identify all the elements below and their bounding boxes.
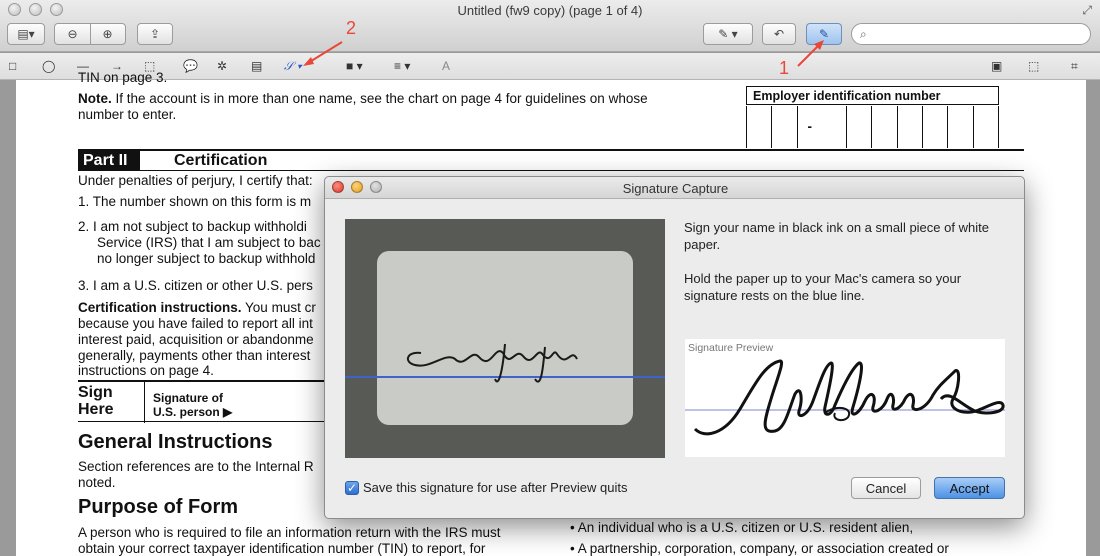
font-button[interactable]: A — [442, 58, 450, 74]
signature-preview: Signature Preview — [685, 339, 1005, 457]
cert-item-2b: Service (IRS) that I am subject to bac — [97, 235, 321, 250]
note-paragraph: Note. If the account is in more than one… — [78, 91, 648, 122]
mirrored-signature-icon — [406, 343, 578, 383]
pen-icon: ✎ ▾ — [718, 27, 738, 41]
sidebar-icon: ▤▾ — [17, 27, 35, 41]
zoom-out-icon: ⊖ — [67, 27, 78, 41]
bullet-2: • A partnership, corporation, company, o… — [570, 541, 949, 556]
markup-menu-button[interactable]: ✎ ▾ — [703, 23, 753, 45]
cert-item-1: 1. The number shown on this form is m — [78, 194, 312, 209]
signature-tool-button[interactable]: 𝒮 ▾ — [284, 58, 302, 74]
annotation-marker-2: 2 — [346, 18, 357, 38]
zoom-out-button[interactable]: ⊖ — [56, 24, 90, 44]
font-icon: A — [442, 59, 451, 73]
edit-toolbar-button[interactable]: ✎ — [806, 23, 842, 45]
general-instructions-heading: General Instructions — [78, 431, 273, 453]
part-tag: Part II — [78, 151, 140, 170]
save-signature-option[interactable]: ✓ Save this signature for use after Prev… — [345, 480, 627, 495]
camera-feed — [345, 219, 665, 458]
color-swatch-icon: ■ ▾ — [346, 59, 363, 73]
signature-icon: 𝒮 ▾ — [284, 58, 302, 73]
cert-line-2: because you have failed to report all in… — [78, 316, 313, 331]
share-icon: ⇪ — [149, 27, 161, 41]
zoom-control: ⊖ ⊕ — [54, 23, 126, 45]
border-color-button[interactable]: ■ ▾ — [346, 58, 363, 74]
signature-of-label: Signature of U.S. person ▶ — [153, 391, 233, 419]
annotation-marker-1: 1 — [779, 58, 790, 78]
purpose-line-2: obtain your correct taxpayer identificat… — [78, 541, 486, 556]
instruction-1: Sign your name in black ink on a small p… — [684, 220, 989, 252]
oval-tool-icon[interactable]: ◯ — [42, 58, 55, 74]
under-penalties: Under penalties of perjury, I certify th… — [78, 173, 313, 188]
note-tool-icon[interactable]: ▤ — [251, 58, 262, 74]
zoom-in-button[interactable]: ⊕ — [91, 24, 125, 44]
rotate-button[interactable]: ↶ — [762, 23, 796, 45]
search-icon: ⌕ — [860, 27, 867, 41]
search-input[interactable]: ⌕ — [851, 23, 1091, 45]
speech-bubble-tool-icon[interactable]: 💬 — [183, 58, 198, 74]
bullet-1: • An individual who is a U.S. citizen or… — [570, 520, 914, 535]
sign-here-label: Sign Here — [78, 384, 114, 418]
edit-pencil-icon: ✎ — [818, 27, 830, 41]
line-style-button[interactable]: ≡ ▾ — [394, 58, 410, 74]
rectangle-tool-icon[interactable]: □ — [9, 58, 16, 74]
window-title: Untitled (fw9 copy) (page 1 of 4) — [457, 3, 643, 18]
preview-signature-icon — [685, 359, 1005, 436]
ein-input-cells: - — [746, 106, 999, 148]
line-weight-icon: ≡ ▾ — [394, 59, 411, 73]
purpose-line-1: A person who is required to file an info… — [78, 525, 501, 540]
instruction-2: Hold the paper up to your Mac's camera s… — [684, 271, 962, 303]
doc-top-fragment: TIN on page 3. — [78, 70, 168, 85]
text-selection-icon[interactable]: ▣ — [991, 58, 1002, 74]
window-titlebar: Untitled (fw9 copy) (page 1 of 4) ⤢ ▤▾ ⊖… — [0, 0, 1100, 52]
star-tool-icon[interactable]: ✲ — [217, 58, 227, 74]
cancel-button[interactable]: Cancel — [851, 477, 921, 499]
view-menu-button[interactable]: ▤▾ — [7, 23, 45, 45]
zoom-in-icon: ⊕ — [102, 27, 113, 41]
accept-button[interactable]: Accept — [934, 477, 1005, 499]
cert-instructions: Certification instructions. You must cr — [78, 300, 316, 315]
cert-item-2c: no longer subject to backup withhold — [97, 251, 316, 266]
dialog-title: Signature Capture — [622, 181, 729, 196]
purpose-heading: Purpose of Form — [78, 496, 239, 518]
ein-label: Employer identification number — [746, 86, 999, 105]
rotate-icon: ↶ — [773, 27, 785, 41]
cert-item-2a: 2. I am not subject to backup withholdi — [78, 219, 307, 234]
ein-dash: - — [807, 119, 812, 134]
cert-item-3: 3. I am a U.S. citizen or other U.S. per… — [78, 278, 313, 293]
dialog-titlebar: Signature Capture — [325, 177, 1024, 199]
general-line-1: Section references are to the Internal R — [78, 459, 314, 474]
share-button[interactable]: ⇪ — [137, 23, 173, 45]
part-title: Certification — [174, 152, 268, 169]
cert-line-4: generally, payments other than interest — [78, 348, 311, 363]
crop-icon[interactable]: ⌗ — [1071, 58, 1078, 74]
cert-line-5: instructions on page 4. — [78, 363, 214, 378]
general-line-2: noted. — [78, 475, 116, 490]
rect-selection-icon[interactable]: ⬚ — [1028, 58, 1039, 74]
part-rule-bottom — [78, 170, 1024, 171]
fullscreen-icon[interactable]: ⤢ — [1082, 3, 1092, 18]
save-signature-checkbox[interactable]: ✓ — [345, 480, 359, 495]
save-signature-label: Save this signature for use after Previe… — [363, 480, 628, 495]
signature-capture-dialog: Signature Capture Sign your name in blac… — [324, 176, 1025, 519]
cert-line-3: interest paid, acquisition or abandonme — [78, 332, 314, 347]
